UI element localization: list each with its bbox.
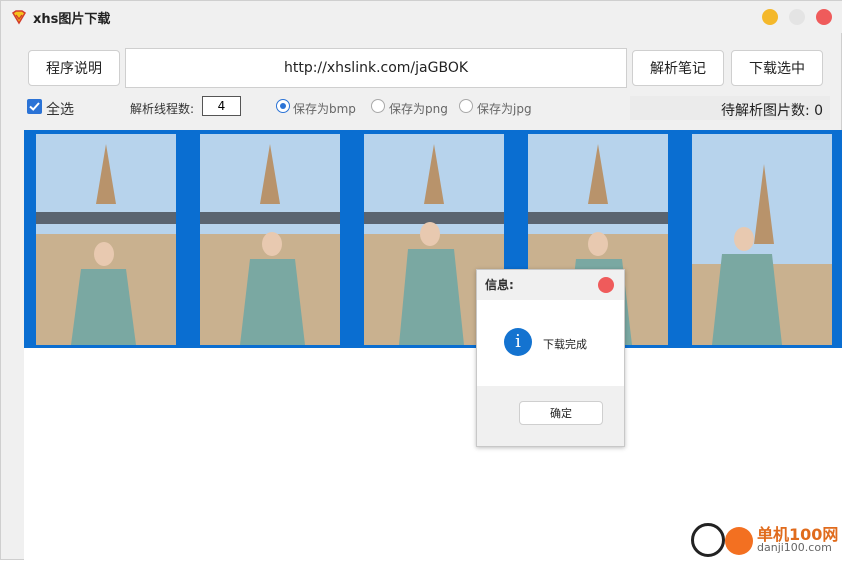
radio-jpg-label[interactable]: 保存为jpg — [477, 100, 532, 117]
dialog-close-button[interactable] — [598, 277, 614, 293]
thumbnail-5[interactable] — [692, 134, 832, 345]
dialog-ok-button[interactable]: 确定 — [519, 401, 603, 425]
watermark-dot-icon — [725, 527, 753, 555]
watermark-url: danji100.com — [757, 541, 832, 554]
image-gallery — [24, 130, 842, 348]
watermark-logo-icon — [691, 523, 725, 557]
dialog-title: 信息: — [485, 278, 514, 292]
checkmark-icon — [29, 102, 40, 111]
help-button[interactable]: 程序说明 — [28, 50, 120, 86]
app-logo-icon — [11, 10, 27, 25]
dialog-message: 下载完成 — [543, 338, 587, 351]
url-input[interactable]: http://xhslink.com/jaGBOK — [125, 48, 627, 88]
window-title: xhs图片下载 — [33, 12, 111, 27]
photo-placeholder — [36, 134, 176, 345]
threads-label: 解析线程数: — [130, 102, 195, 116]
close-button[interactable] — [816, 9, 832, 25]
title-bar[interactable]: xhs图片下载 — [1, 1, 842, 33]
threads-input[interactable]: 4 — [202, 96, 241, 116]
select-all-checkbox[interactable] — [27, 99, 42, 114]
app-window: xhs图片下载 程序说明 http://xhslink.com/jaGBOK 解… — [0, 0, 842, 561]
radio-bmp[interactable] — [276, 99, 290, 113]
radio-bmp-label[interactable]: 保存为bmp — [293, 100, 356, 117]
download-selected-button[interactable]: 下载选中 — [731, 50, 823, 86]
radio-png-label[interactable]: 保存为png — [389, 100, 448, 117]
maximize-button[interactable] — [789, 9, 805, 25]
info-icon: i — [504, 328, 532, 356]
parse-note-button[interactable]: 解析笔记 — [632, 50, 724, 86]
photo-placeholder — [200, 134, 340, 345]
info-dialog: 信息: i 下载完成 确定 — [476, 269, 625, 447]
photo-placeholder — [692, 134, 832, 345]
pending-count-text: 待解析图片数: 0 — [721, 103, 824, 119]
thumbnail-1[interactable] — [36, 134, 176, 345]
radio-png[interactable] — [371, 99, 385, 113]
radio-jpg[interactable] — [459, 99, 473, 113]
watermark: 单机100网 danji100.com — [691, 519, 841, 559]
minimize-button[interactable] — [762, 9, 778, 25]
thumbnail-2[interactable] — [200, 134, 340, 345]
select-all-label[interactable]: 全选 — [46, 99, 74, 119]
